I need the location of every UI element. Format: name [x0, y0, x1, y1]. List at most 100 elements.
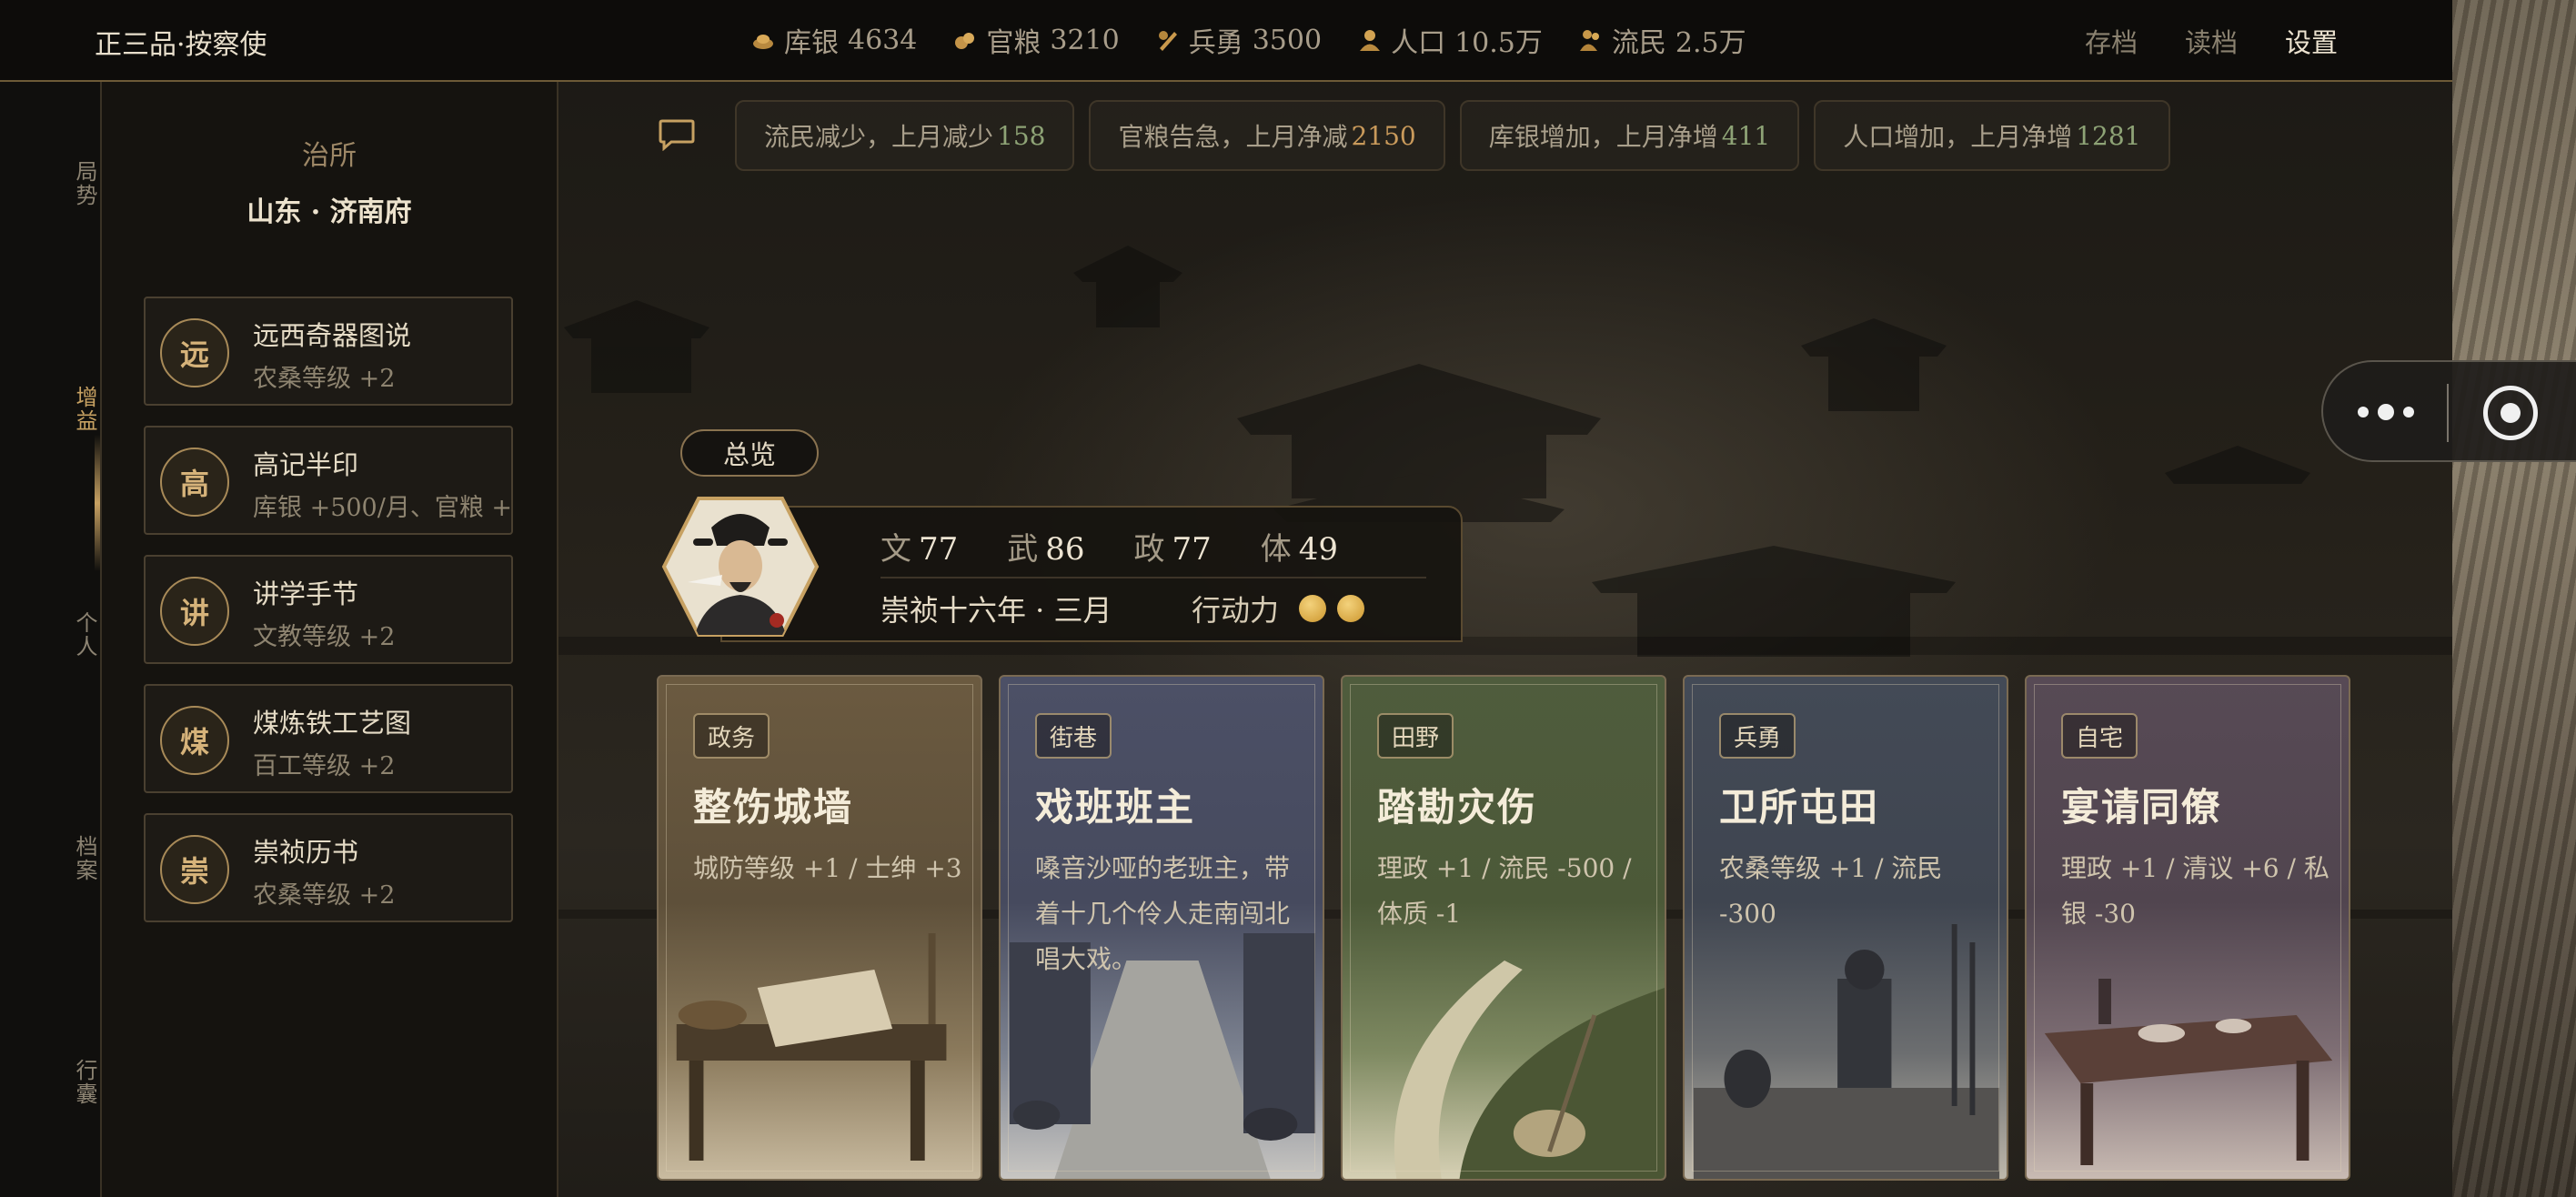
settings-button[interactable]: 设置 [2285, 22, 2338, 60]
news-value: 411 [1721, 120, 1771, 151]
news-value: 1281 [2076, 120, 2141, 151]
resource-label: 流民 [1611, 27, 1666, 59]
news-item[interactable]: 官粮告急，上月净减 2150 [1089, 100, 1445, 171]
more-options-icon[interactable] [2358, 404, 2414, 420]
event-card[interactable]: 兵勇 卫所屯田 农桑等级 +1 / 流民 -300 [1683, 675, 2008, 1181]
buff-effect: 百工等级 +2 [253, 752, 396, 780]
resource-label: 兵勇 [1188, 27, 1243, 59]
buff-panel: 治所 山东 · 济南府 远 远西奇器图说 农桑等级 +2 高 高记半印 库银 +… [102, 82, 558, 1197]
buff-title: 远西奇器图说 [253, 320, 412, 351]
news-text: 官粮告急，上月净减 [1118, 122, 1348, 152]
resource-population: 人口 10.5万 [1358, 20, 1543, 60]
field-illustration [1394, 961, 1665, 1179]
event-card[interactable]: 街巷 戏班班主 嗓音沙哑的老班主，带着十几个伶人走南闯北唱大戏。 [999, 675, 1324, 1181]
stat-governance: 政 77 [1133, 531, 1212, 568]
attribute-stats: 文 77 武 86 政 77 体 49 [880, 524, 1338, 568]
overview-tab[interactable]: 总览 [680, 429, 819, 477]
top-menu: 存档 读档 设置 [2085, 22, 2338, 60]
game-date: 崇祯十六年 · 三月 [880, 593, 1112, 628]
resource-value: 4634 [848, 24, 918, 56]
grain-icon [955, 33, 975, 49]
stat-literature: 文 77 [880, 531, 959, 568]
news-item[interactable]: 人口增加，上月净增 1281 [1814, 100, 2170, 171]
save-button[interactable]: 存档 [2085, 22, 2138, 60]
buff-item[interactable]: 崇 崇祯历书 农桑等级 +2 [144, 813, 513, 922]
news-item[interactable]: 库银增加，上月净增 411 [1459, 100, 1800, 171]
scenery-edge [2452, 0, 2576, 1197]
event-card[interactable]: 自宅 宴请同僚 理政 +1 / 清议 +6 / 私银 -30 [2025, 675, 2350, 1181]
action-points-label: 行动力 [1192, 593, 1280, 628]
buff-effect: 农桑等级 +2 [253, 881, 396, 910]
card-title: 戏班班主 [1035, 785, 1196, 830]
population-icon [1360, 30, 1381, 51]
news-text: 人口增加，上月净增 [1843, 122, 2073, 152]
news-item[interactable]: 流民减少，上月减少 158 [735, 100, 1075, 171]
stat-physique: 体 49 [1260, 531, 1339, 568]
action-point-coin [1337, 595, 1364, 622]
official-rank: 正三品·按察使 [95, 29, 267, 61]
nav-situation[interactable]: 局势 [0, 160, 100, 207]
card-description: 嗓音沙哑的老班主，带着十几个伶人走南闯北唱大戏。 [1035, 853, 1291, 974]
card-category: 田野 [1377, 713, 1454, 759]
card-title: 宴请同僚 [2061, 785, 2222, 830]
garrison-illustration [1693, 924, 2000, 1179]
card-title: 卫所屯田 [1719, 785, 1880, 830]
buff-seal: 煤 [160, 706, 229, 775]
card-category: 街巷 [1035, 713, 1112, 759]
resource-value: 3500 [1252, 24, 1323, 56]
buff-seal: 高 [160, 448, 229, 517]
banquet-illustration [2044, 979, 2333, 1165]
nav-personal[interactable]: 个人 [0, 611, 100, 659]
stat-martial: 武 86 [1007, 531, 1085, 568]
card-category: 政务 [693, 713, 770, 759]
close-miniprogram-icon[interactable] [2483, 386, 2538, 440]
card-title: 踏勘灾伤 [1377, 785, 1538, 830]
resource-value: 2.5万 [1675, 27, 1746, 59]
nav-buffs[interactable]: 增益 [0, 386, 100, 433]
nav-archive[interactable]: 档案 [0, 835, 100, 882]
buff-item[interactable]: 高 高记半印 库银 +500/月、官粮 + [144, 426, 513, 535]
card-description: 理政 +1 / 流民 -500 / 体质 -1 [1377, 853, 1632, 929]
action-points [1299, 595, 1364, 622]
buff-item[interactable]: 讲 讲学手节 文教等级 +2 [144, 555, 513, 664]
buff-effect: 农桑等级 +2 [253, 365, 396, 393]
resource-soldiers: 兵勇 3500 [1156, 20, 1322, 60]
seat-label: 治所 [302, 140, 357, 172]
news-text: 库银增加，上月净增 [1488, 122, 1718, 152]
news-text: 流民减少，上月减少 [764, 122, 994, 152]
buff-effect: 文教等级 +2 [253, 623, 396, 651]
card-category: 自宅 [2061, 713, 2138, 759]
buff-item[interactable]: 煤 煤炼铁工艺图 百工等级 +2 [144, 684, 513, 793]
buff-title: 高记半印 [253, 449, 359, 480]
card-description: 理政 +1 / 清议 +6 / 私银 -30 [2061, 853, 2329, 929]
chat-icon[interactable] [659, 118, 695, 151]
overview-panel: 文 77 武 86 政 77 体 49 崇祯十六年 · 三月 行动力 [720, 506, 1463, 642]
refugee-icon [1579, 30, 1599, 51]
nav-active-indicator [95, 435, 100, 571]
divider [880, 577, 1426, 578]
resource-silver: 库银 4634 [751, 20, 917, 60]
load-button[interactable]: 读档 [2185, 22, 2238, 60]
action-point-coin [1299, 595, 1326, 622]
card-title: 整饬城墙 [693, 785, 854, 830]
official-portrait[interactable] [657, 491, 824, 642]
left-nav: 局势 增益 个人 档案 行囊 [0, 82, 102, 1197]
miniprogram-capsule [2321, 360, 2576, 462]
buff-title: 讲学手节 [253, 578, 359, 609]
resource-grain: 官粮 3210 [953, 20, 1120, 60]
silver-icon [753, 35, 773, 49]
card-description: 城防等级 +1 / 士绅 +3 [693, 853, 962, 883]
nav-inventory[interactable]: 行囊 [0, 1059, 100, 1106]
buff-item[interactable]: 远 远西奇器图说 农桑等级 +2 [144, 297, 513, 406]
event-card[interactable]: 政务 整饬城墙 城防等级 +1 / 士绅 +3 [657, 675, 982, 1181]
event-card[interactable]: 田野 踏勘灾伤 理政 +1 / 流民 -500 / 体质 -1 [1341, 675, 1666, 1181]
top-bar: 正三品·按察使 库银 4634 官粮 3210 兵勇 3500 人口 10.5万… [0, 0, 2452, 82]
resource-label: 库银 [784, 27, 839, 59]
resource-label: 人口 [1391, 27, 1446, 59]
desk-illustration [676, 933, 947, 1161]
seat-location: 山东 · 济南府 [247, 196, 412, 228]
buff-seal: 远 [160, 318, 229, 387]
card-description: 农桑等级 +1 / 流民 -300 [1719, 853, 1943, 929]
resource-refugees: 流民 2.5万 [1579, 20, 1746, 60]
news-bar: 流民减少，上月减少 158 官粮告急，上月净减 2150 库银增加，上月净增 4… [735, 100, 2170, 171]
